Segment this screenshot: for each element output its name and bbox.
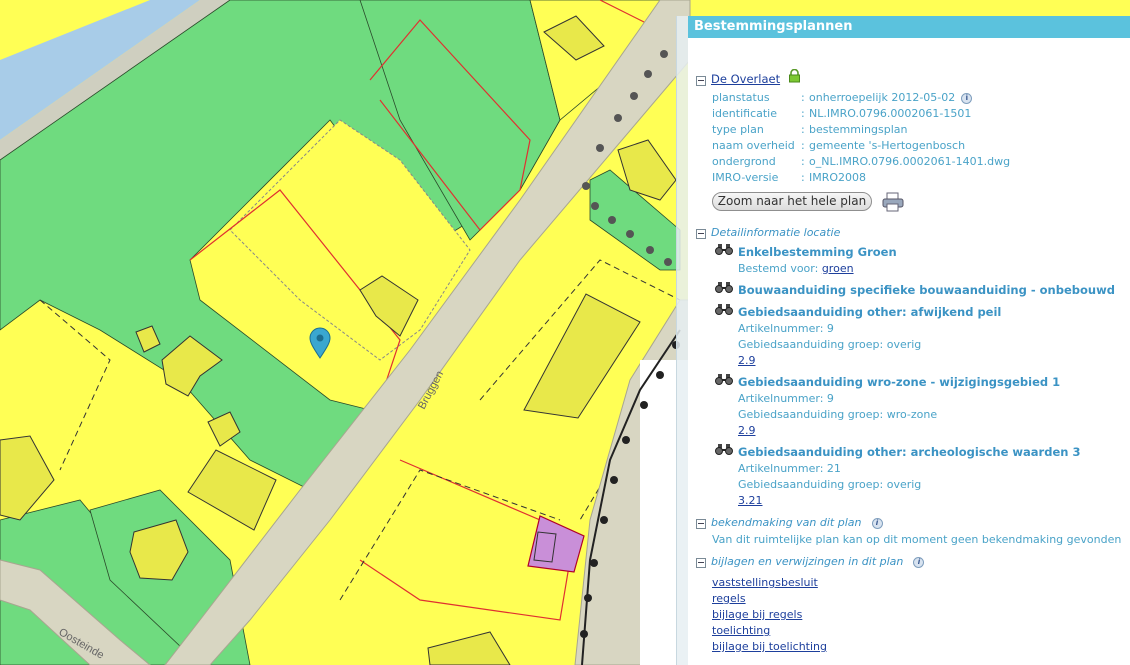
item-line: Gebiedsaanduiding groep: wro-zone xyxy=(738,408,938,421)
item-link[interactable]: 3.21 xyxy=(738,494,763,507)
lock-icon xyxy=(788,68,801,83)
field-sep: : xyxy=(801,139,805,152)
collapse-icon[interactable] xyxy=(696,558,706,568)
document-link-vaststellingsbesluit[interactable]: vaststellingsbesluit xyxy=(712,576,818,589)
section-heading-text: bekendmaking van dit plan xyxy=(711,516,862,529)
section-heading-text: bijlagen en verwijzingen in dit plan xyxy=(711,555,904,568)
field-label: IMRO-versie xyxy=(712,171,779,184)
binoculars-icon[interactable] xyxy=(714,282,734,293)
section-detail-heading[interactable]: Detailinformatie locatie xyxy=(711,226,840,239)
field-label: ondergrond xyxy=(712,155,776,168)
item-line-text: Bestemd voor: xyxy=(738,262,822,275)
field-value-text: onherroepelijk 2012-05-02 xyxy=(809,91,956,104)
binoculars-icon[interactable] xyxy=(714,444,734,455)
info-icon[interactable]: i xyxy=(871,518,883,529)
collapse-icon[interactable] xyxy=(696,519,706,529)
binoculars-icon[interactable] xyxy=(714,374,734,385)
collapse-icon[interactable] xyxy=(696,229,706,239)
field-label: naam overheid xyxy=(712,139,795,152)
collapse-icon[interactable] xyxy=(696,76,706,86)
binoculars-icon[interactable] xyxy=(714,244,734,255)
item-line: Gebiedsaanduiding groep: overig xyxy=(738,338,922,351)
item-title: Enkelbestemming Groen xyxy=(738,245,897,259)
item-link[interactable]: 2.9 xyxy=(738,424,756,437)
item-line: Artikelnummer: 9 xyxy=(738,392,834,405)
field-value: gemeente 's-Hertogenbosch xyxy=(809,139,966,152)
section-bekendmaking-heading[interactable]: bekendmaking van dit plan i xyxy=(711,516,883,529)
field-sep: : xyxy=(801,91,805,104)
item-line: Bestemd voor: groen xyxy=(738,262,854,275)
section-bijlagen-heading[interactable]: bijlagen en verwijzingen in dit plan i xyxy=(711,555,925,568)
info-panel: Bestemmingsplannen De Overlaet planstatu… xyxy=(688,16,1130,665)
binoculars-icon[interactable] xyxy=(714,304,734,315)
field-sep: : xyxy=(801,155,805,168)
document-link-bijlage-regels[interactable]: bijlage bij regels xyxy=(712,608,802,621)
item-title: Bouwaanduiding specifieke bouwaanduiding… xyxy=(738,283,1115,297)
plan-name-link[interactable]: De Overlaet xyxy=(711,72,780,86)
item-link[interactable]: 2.9 xyxy=(738,354,756,367)
field-value: IMRO2008 xyxy=(809,171,867,184)
field-sep: : xyxy=(801,171,805,184)
field-sep: : xyxy=(801,123,805,136)
item-link[interactable]: groen xyxy=(822,262,854,275)
zoom-to-plan-button[interactable]: Zoom naar het hele plan xyxy=(712,192,872,211)
field-value: o_NL.IMRO.0796.0002061-1401.dwg xyxy=(809,155,1011,168)
field-value: onherroepelijk 2012-05-02 i xyxy=(809,91,973,104)
info-icon[interactable]: i xyxy=(913,557,925,568)
field-value: bestemmingsplan xyxy=(809,123,908,136)
field-value: NL.IMRO.0796.0002061-1501 xyxy=(809,107,972,120)
item-line: Artikelnummer: 21 xyxy=(738,462,841,475)
field-label: type plan xyxy=(712,123,764,136)
printer-icon[interactable] xyxy=(882,192,904,212)
bekendmaking-text: Van dit ruimtelijke plan kan op dit mome… xyxy=(712,533,1122,546)
field-label: identificatie xyxy=(712,107,778,120)
panel-body: De Overlaet planstatus : onherroepelijk … xyxy=(688,38,1130,665)
field-sep: : xyxy=(801,107,805,120)
field-label: planstatus xyxy=(712,91,770,104)
item-title: Gebiedsaanduiding other: archeologische … xyxy=(738,445,1081,459)
document-link-regels[interactable]: regels xyxy=(712,592,746,605)
item-title: Gebiedsaanduiding other: afwijkend peil xyxy=(738,305,1002,319)
item-title: Gebiedsaanduiding wro-zone - wijzigingsg… xyxy=(738,375,1061,389)
info-icon[interactable]: i xyxy=(961,93,973,104)
document-link-bijlage-toelichting[interactable]: bijlage bij toelichting xyxy=(712,640,827,653)
document-link-toelichting[interactable]: toelichting xyxy=(712,624,770,637)
item-line: Artikelnummer: 9 xyxy=(738,322,834,335)
item-line: Gebiedsaanduiding groep: overig xyxy=(738,478,922,491)
panel-title: Bestemmingsplannen xyxy=(688,16,1130,38)
